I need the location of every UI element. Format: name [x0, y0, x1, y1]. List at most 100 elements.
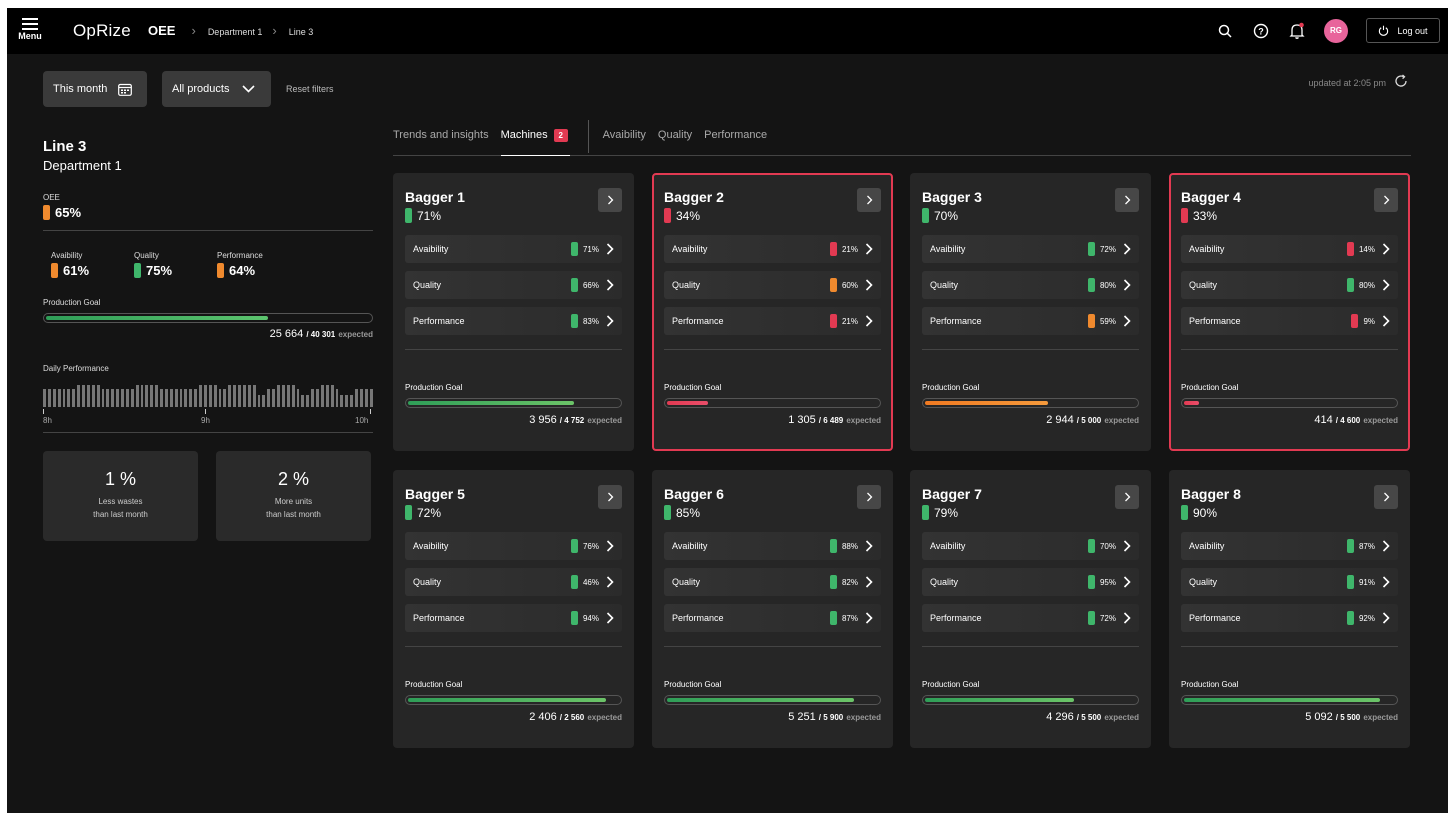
open-machine-button[interactable] [857, 188, 881, 212]
goal-actual: 5 092 [1305, 711, 1333, 723]
row-label: Avaibility [1189, 244, 1225, 254]
machine-metrics: Avaibility 21% Quality 60% Performance 2… [664, 235, 881, 335]
status-pill [1346, 611, 1354, 625]
refresh-icon[interactable] [1394, 74, 1408, 93]
tab-trends[interactable]: Trends and insights [393, 126, 489, 156]
open-machine-button[interactable] [1115, 485, 1139, 509]
production-goal-count: 5 251 / 5 900 expected [664, 711, 881, 723]
daily-performance-bar [179, 389, 183, 407]
daily-performance-bar [91, 385, 95, 407]
reset-filters-link[interactable]: Reset filters [286, 84, 334, 94]
search-icon[interactable] [1214, 20, 1236, 42]
metric-value: 61% [63, 263, 90, 278]
availability-row[interactable]: Avaibility 71% [405, 235, 622, 263]
machine-card-1[interactable]: Bagger 1 71% Avaibility 71% Quality 66% [393, 173, 634, 451]
production-goal-bar [1181, 695, 1398, 705]
goal-actual: 25 664 [269, 328, 304, 340]
chevron-right-icon [607, 195, 613, 205]
daily-performance-bar [330, 385, 334, 407]
quality-row[interactable]: Quality 80% [922, 271, 1139, 299]
row-value: 83% [582, 316, 599, 326]
open-machine-button[interactable] [1115, 188, 1139, 212]
help-icon[interactable]: ? [1250, 20, 1272, 42]
row-label: Quality [672, 280, 701, 290]
breadcrumb-oee[interactable]: OEE [148, 23, 175, 38]
open-machine-button[interactable] [857, 485, 881, 509]
performance-row[interactable]: Performance 72% [922, 604, 1139, 632]
machine-card-7[interactable]: Bagger 7 79% Avaibility 70% Quality 95% [910, 470, 1151, 748]
availability-row[interactable]: Avaibility 87% [1181, 532, 1398, 560]
machine-metrics: Avaibility 76% Quality 46% Performance 9… [405, 532, 622, 632]
alert-count-badge: 2 [553, 129, 568, 142]
production-goal-bar [922, 695, 1139, 705]
performance-row[interactable]: Performance 92% [1181, 604, 1398, 632]
machine-card-6[interactable]: Bagger 6 85% Avaibility 88% Quality 82% [652, 470, 893, 748]
open-machine-button[interactable] [1374, 485, 1398, 509]
open-machine-button[interactable] [1374, 188, 1398, 212]
machine-card-8[interactable]: Bagger 8 90% Avaibility 87% Quality 91% [1169, 470, 1410, 748]
tab-machines-label: Machines [500, 129, 548, 141]
divider [664, 646, 881, 647]
machine-card-5[interactable]: Bagger 5 72% Avaibility 76% Quality 46% [393, 470, 634, 748]
production-goal-count: 4 296 / 5 500 expected [922, 711, 1139, 723]
breadcrumb-department[interactable]: Department 1 [208, 27, 263, 37]
machine-card-4[interactable]: Bagger 4 33% Avaibility 14% Quality 80% [1169, 173, 1410, 451]
availability-row[interactable]: Avaibility 72% [922, 235, 1139, 263]
quality-row[interactable]: Quality 60% [664, 271, 881, 299]
daily-performance-bar [267, 389, 271, 407]
availability-row[interactable]: Avaibility 14% [1181, 235, 1398, 263]
products-filter[interactable]: All products [162, 71, 271, 107]
quality-row[interactable]: Quality 46% [405, 568, 622, 596]
performance-row[interactable]: Performance 94% [405, 604, 622, 632]
quality-row[interactable]: Quality 91% [1181, 568, 1398, 596]
performance-row[interactable]: Performance 87% [664, 604, 881, 632]
machine-card-3[interactable]: Bagger 3 70% Avaibility 72% Quality 80% [910, 173, 1151, 451]
status-pill [43, 205, 50, 220]
notification-bell-icon[interactable] [1286, 20, 1308, 42]
performance-row[interactable]: Performance 21% [664, 307, 881, 335]
avatar[interactable]: RG [1324, 18, 1348, 43]
tab-quality[interactable]: Quality [658, 126, 692, 156]
row-label: Quality [930, 280, 959, 290]
row-value: 66% [582, 280, 599, 290]
quality-row[interactable]: Quality 95% [922, 568, 1139, 596]
tab-machines[interactable]: Machines 2 [500, 126, 570, 156]
availability-row[interactable]: Avaibility 21% [664, 235, 881, 263]
status-pill [1181, 208, 1188, 223]
row-value: 59% [1099, 316, 1116, 326]
logout-button[interactable]: Log out [1366, 18, 1440, 43]
chevron-right-icon [607, 492, 613, 502]
quality-row[interactable]: Quality 80% [1181, 271, 1398, 299]
row-value: 21% [841, 244, 858, 254]
daily-performance-bar [228, 385, 232, 407]
open-machine-button[interactable] [598, 485, 622, 509]
availability-row[interactable]: Avaibility 88% [664, 532, 881, 560]
tab-performance[interactable]: Performance [704, 126, 767, 156]
quality-row[interactable]: Quality 82% [664, 568, 881, 596]
status-pill [829, 278, 837, 292]
row-label: Performance [413, 316, 465, 326]
availability-row[interactable]: Avaibility 70% [922, 532, 1139, 560]
production-goal-fill [408, 401, 574, 405]
metric-value: 75% [146, 263, 173, 278]
production-goal-label: Production Goal [405, 383, 463, 392]
chevron-right-icon [606, 576, 614, 588]
chevron-right-icon [1123, 243, 1131, 255]
chevron-right-icon [1382, 315, 1390, 327]
availability-row[interactable]: Avaibility 76% [405, 532, 622, 560]
divider [405, 349, 622, 350]
open-machine-button[interactable] [598, 188, 622, 212]
tab-availability[interactable]: Avaibility [603, 126, 646, 156]
breadcrumb-line[interactable]: Line 3 [289, 27, 314, 37]
daily-performance-bar [155, 385, 158, 407]
performance-row[interactable]: Performance 83% [405, 307, 622, 335]
performance-row[interactable]: Performance 59% [922, 307, 1139, 335]
production-goal-count: 25 664 / 40 301 expected [43, 328, 373, 340]
performance-row[interactable]: Performance 9% [1181, 307, 1398, 335]
line-oee: 65% [43, 205, 373, 220]
menu-button[interactable]: Menu [15, 14, 45, 48]
period-filter[interactable]: This month [43, 71, 147, 107]
quality-row[interactable]: Quality 66% [405, 271, 622, 299]
daily-performance-bar [125, 389, 129, 407]
machine-card-2[interactable]: Bagger 2 34% Avaibility 21% Quality 60% [652, 173, 893, 451]
